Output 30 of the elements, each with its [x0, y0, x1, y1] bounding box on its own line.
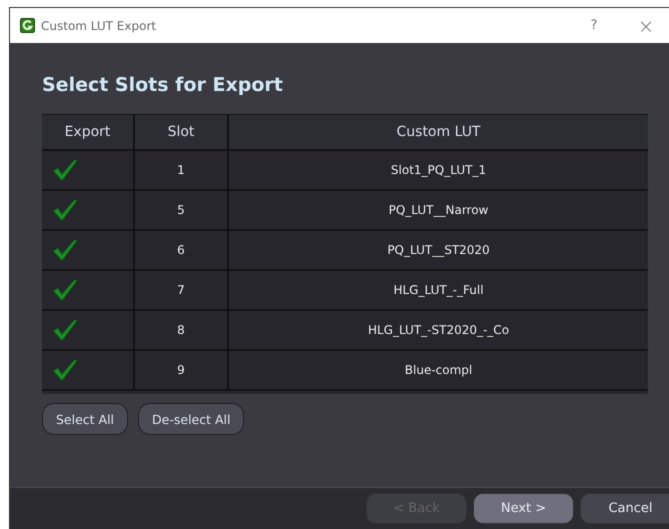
checkmark-icon[interactable] [52, 358, 78, 382]
app-logo-icon [20, 18, 35, 33]
column-header: Slot [135, 115, 229, 149]
checkmark-icon[interactable] [52, 158, 78, 182]
wizard-button[interactable]: Cancel [580, 493, 669, 524]
lut-name-cell-text: Blue-compl [404, 362, 474, 379]
slot-cell: 6 [135, 231, 229, 269]
help-button[interactable]: ? [571, 10, 617, 40]
selection-button[interactable]: Select All [42, 403, 128, 435]
selection-button[interactable]: De-select All [138, 403, 244, 435]
checkmark-icon[interactable] [52, 278, 78, 302]
close-button[interactable]: × [623, 10, 669, 40]
slot-cell: 7 [135, 271, 229, 309]
checkmark-icon[interactable] [52, 318, 78, 342]
slot-cell: 5 [135, 191, 229, 229]
dialog-heading: Select Slots for Export [42, 74, 284, 96]
lut-name-cell-text: Slot1_PQ_LUT_1 [390, 162, 488, 179]
lut-name-cell-text: HLG_LUT_-ST2020_-_Co [366, 322, 510, 339]
checkmark-icon[interactable] [52, 238, 78, 262]
column-header: Custom LUT [396, 123, 482, 142]
wizard-button[interactable]: Next > [473, 493, 574, 524]
column-header: Export [42, 115, 135, 149]
lut-name-cell-text: HLG_LUT_-_Full [392, 282, 485, 299]
lut-name-cell-text: PQ_LUT__ST2020 [386, 242, 491, 259]
window-title: Custom LUT Export [41, 18, 156, 32]
lut-name-cell-text: PQ_LUT__Narrow [388, 202, 490, 219]
slot-cell: 1 [135, 151, 229, 189]
slot-cell: 9 [135, 351, 229, 389]
checkmark-icon[interactable] [52, 198, 78, 222]
slot-cell: 8 [135, 311, 229, 349]
